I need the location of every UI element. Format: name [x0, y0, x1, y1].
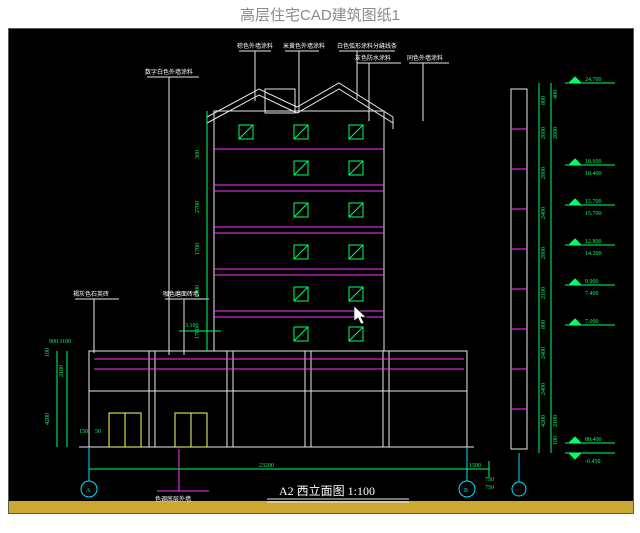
svg-text:14.200: 14.200 — [585, 251, 602, 257]
svg-text:23200: 23200 — [259, 463, 274, 469]
callout-bottom: 色调底层外墙 — [155, 449, 209, 503]
svg-text:300: 300 — [195, 150, 201, 159]
cad-viewport[interactable]: 棕色外墙涂料 米黄色外墙涂料 白色弧形涂料分缝线条 灰色防水涂料 同色外墙涂料 … — [8, 28, 634, 514]
tower-outline — [214, 111, 384, 351]
svg-text:米黄色外墙涂料: 米黄色外墙涂料 — [283, 42, 325, 50]
svg-text:白色弧形涂料分缝线条: 白色弧形涂料分缝线条 — [337, 42, 397, 50]
svg-text:B: B — [464, 488, 468, 494]
tower-left-dims: 1700 2700 1700 2700 300 — [195, 111, 207, 351]
svg-text:9.900: 9.900 — [585, 279, 599, 285]
podium — [89, 351, 467, 447]
svg-text:80.400: 80.400 — [585, 437, 602, 443]
svg-text:900 1100: 900 1100 — [49, 339, 71, 345]
svg-text:2600: 2600 — [541, 127, 547, 139]
svg-text:色调底层外墙: 色调底层外墙 — [155, 495, 191, 503]
svg-text:800: 800 — [541, 320, 547, 329]
svg-text:数字白色外墙涂料: 数字白色外墙涂料 — [145, 68, 193, 76]
svg-text:2700: 2700 — [195, 285, 201, 297]
title-text: 高层住宅CAD建筑图纸1 — [240, 4, 400, 25]
section-fill — [9, 501, 633, 513]
svg-text:1700: 1700 — [195, 243, 201, 255]
svg-text:A2 西立面图 1:100: A2 西立面图 1:100 — [279, 483, 375, 498]
svg-text:2800: 2800 — [541, 247, 547, 259]
svg-text:750: 750 — [485, 485, 494, 491]
svg-text:18.400: 18.400 — [585, 171, 602, 177]
svg-text:7.000: 7.000 — [585, 319, 599, 325]
cad-drawing: 棕色外墙涂料 米黄色外墙涂料 白色弧形涂料分缝线条 灰色防水涂料 同色外墙涂料 … — [9, 29, 633, 513]
page-title: 高层住宅CAD建筑图纸1 — [0, 0, 640, 28]
drawing-title-block: A2 西立面图 1:100 — [267, 483, 409, 502]
svg-text:1500: 1500 — [469, 463, 481, 469]
svg-text:15.700: 15.700 — [585, 211, 602, 217]
svg-text:4200: 4200 — [541, 415, 547, 427]
svg-text:15.700: 15.700 — [585, 199, 602, 205]
svg-text:24.700: 24.700 — [585, 77, 602, 83]
svg-text:18.600: 18.600 — [585, 159, 602, 165]
svg-text:同色外墙涂料: 同色外墙涂料 — [407, 54, 443, 62]
svg-text:4200: 4200 — [45, 413, 51, 425]
svg-text:750: 750 — [485, 477, 494, 483]
svg-text:50: 50 — [95, 429, 101, 435]
svg-text:2100: 2100 — [59, 365, 65, 377]
svg-text:灰色防水涂料: 灰色防水涂料 — [355, 54, 391, 62]
svg-text:2600: 2600 — [553, 127, 559, 139]
svg-text:2400: 2400 — [541, 347, 547, 359]
svg-text:褐灰色石英砖: 褐灰色石英砖 — [73, 290, 109, 298]
svg-text:2800: 2800 — [541, 167, 547, 179]
svg-text:7.400: 7.400 — [585, 291, 599, 297]
svg-text:2100: 2100 — [553, 415, 559, 427]
svg-text:咖色磨面砖墙: 咖色磨面砖墙 — [163, 290, 199, 298]
svg-text:800: 800 — [541, 96, 547, 105]
svg-text:棕色外墙涂料: 棕色外墙涂料 — [237, 42, 273, 50]
callouts-top: 棕色外墙涂料 米黄色外墙涂料 白色弧形涂料分缝线条 灰色防水涂料 同色外墙涂料 … — [145, 42, 449, 355]
svg-text:A: A — [86, 488, 91, 494]
svg-text:2400: 2400 — [541, 207, 547, 219]
roof — [207, 83, 393, 117]
svg-text:3.100: 3.100 — [185, 323, 199, 329]
svg-text:-0.450: -0.450 — [585, 459, 601, 465]
svg-text:150: 150 — [79, 429, 88, 435]
svg-text:100: 100 — [45, 348, 51, 357]
right-strip: 800 2600 2800 2400 2800 2100 800 2400 24… — [511, 77, 615, 496]
svg-text:400: 400 — [553, 90, 559, 99]
svg-text:2100: 2100 — [541, 287, 547, 299]
svg-text:100: 100 — [553, 436, 559, 445]
left-dims: 4200 2100 100 900 1100 150 50 3.100 — [45, 323, 221, 447]
svg-text:2700: 2700 — [195, 201, 201, 213]
svg-text:12.800: 12.800 — [585, 239, 602, 245]
svg-text:2400: 2400 — [541, 383, 547, 395]
